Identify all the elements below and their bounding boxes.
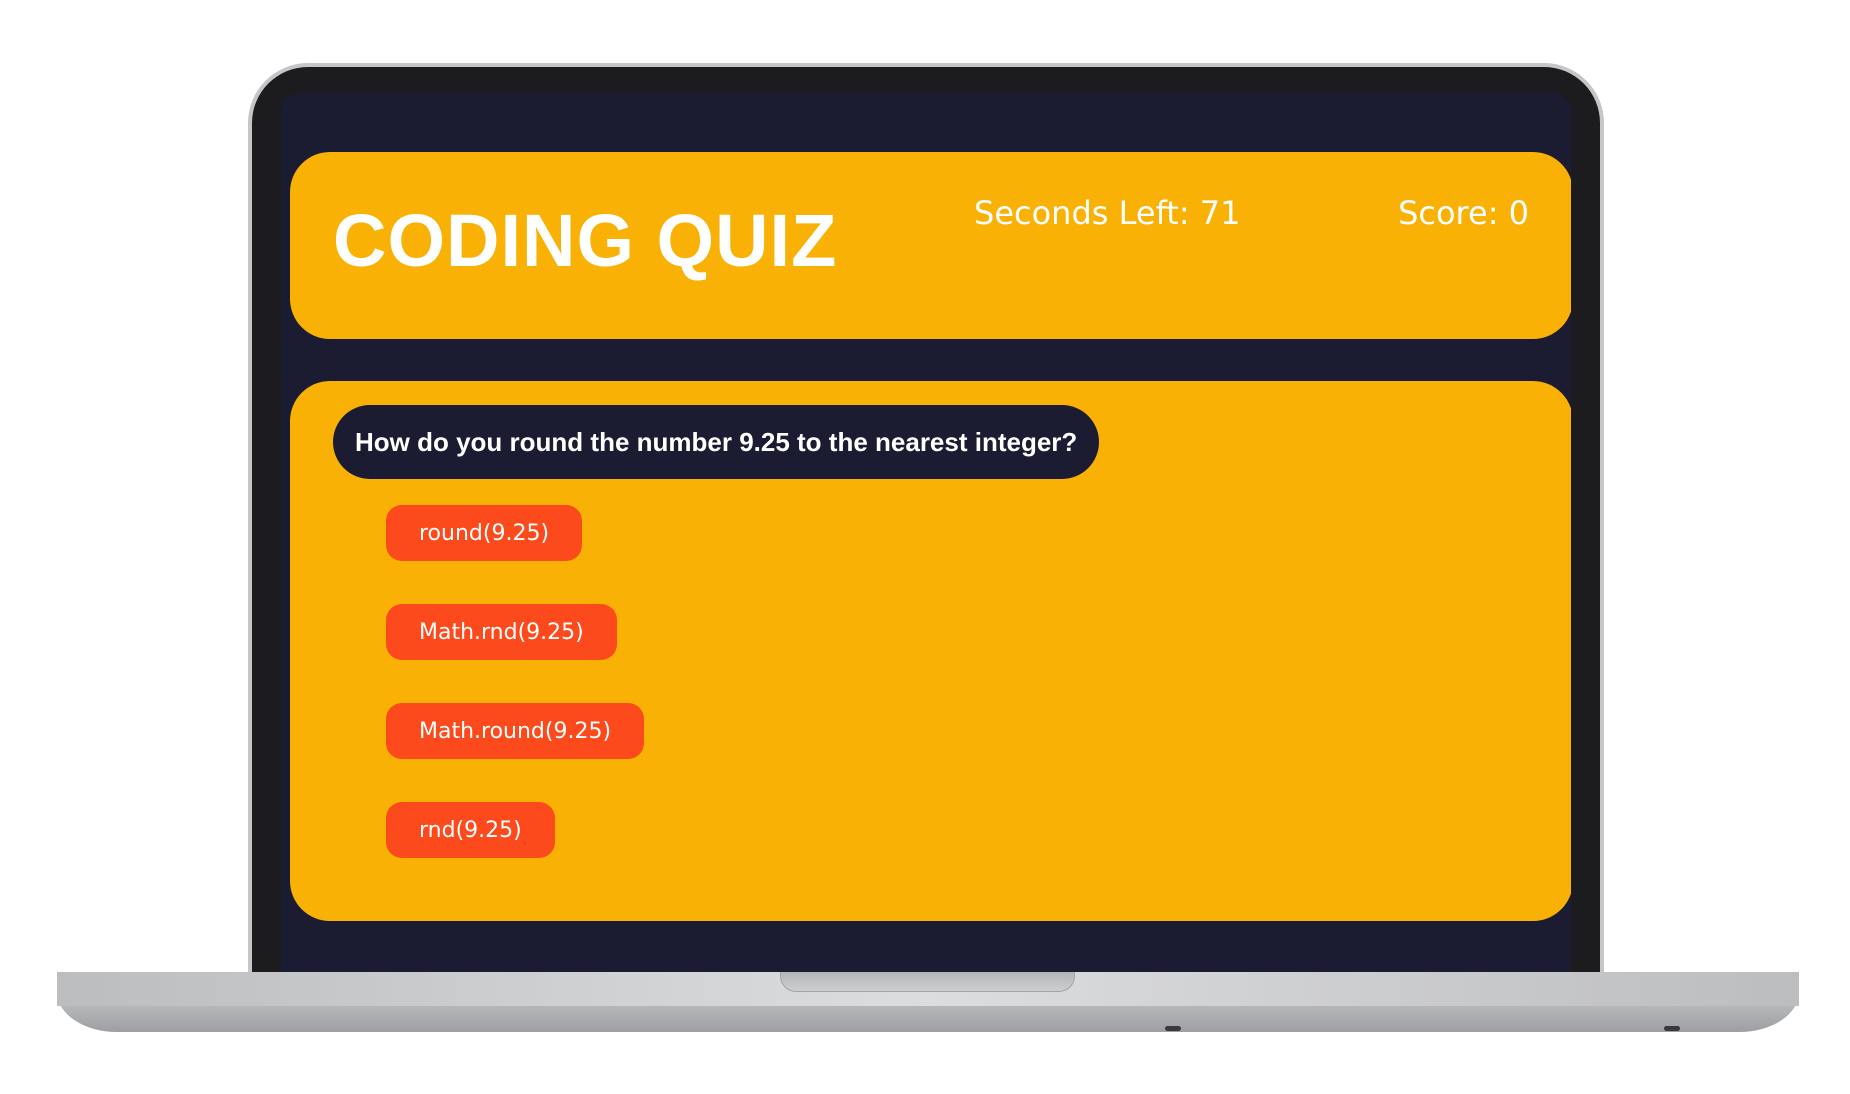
question-container: How do you round the number 9.25 to the … — [333, 405, 1100, 479]
answer-button-3[interactable]: Math.round(9.25) — [386, 703, 645, 759]
score-display: Score: 0 — [1398, 194, 1529, 232]
timer-display: Seconds Left: 71 — [974, 194, 1241, 232]
quiz-header: CODING QUIZ Seconds Left: 71 Score: 0 — [290, 152, 1571, 339]
answer-button-2[interactable]: Math.rnd(9.25) — [386, 604, 617, 660]
answer-button-1[interactable]: round(9.25) — [386, 505, 583, 561]
laptop-foot — [1165, 1026, 1181, 1031]
laptop-notch — [780, 972, 1075, 992]
answer-list: round(9.25) Math.rnd(9.25) Math.round(9.… — [386, 505, 645, 901]
page-title: CODING QUIZ — [333, 199, 838, 282]
question-card: How do you round the number 9.25 to the … — [290, 381, 1571, 921]
laptop-foot — [1664, 1026, 1680, 1031]
answer-button-4[interactable]: rnd(9.25) — [386, 802, 555, 858]
laptop-screen: CODING QUIZ Seconds Left: 71 Score: 0 Ho… — [281, 93, 1571, 973]
question-text: How do you round the number 9.25 to the … — [355, 426, 1078, 457]
